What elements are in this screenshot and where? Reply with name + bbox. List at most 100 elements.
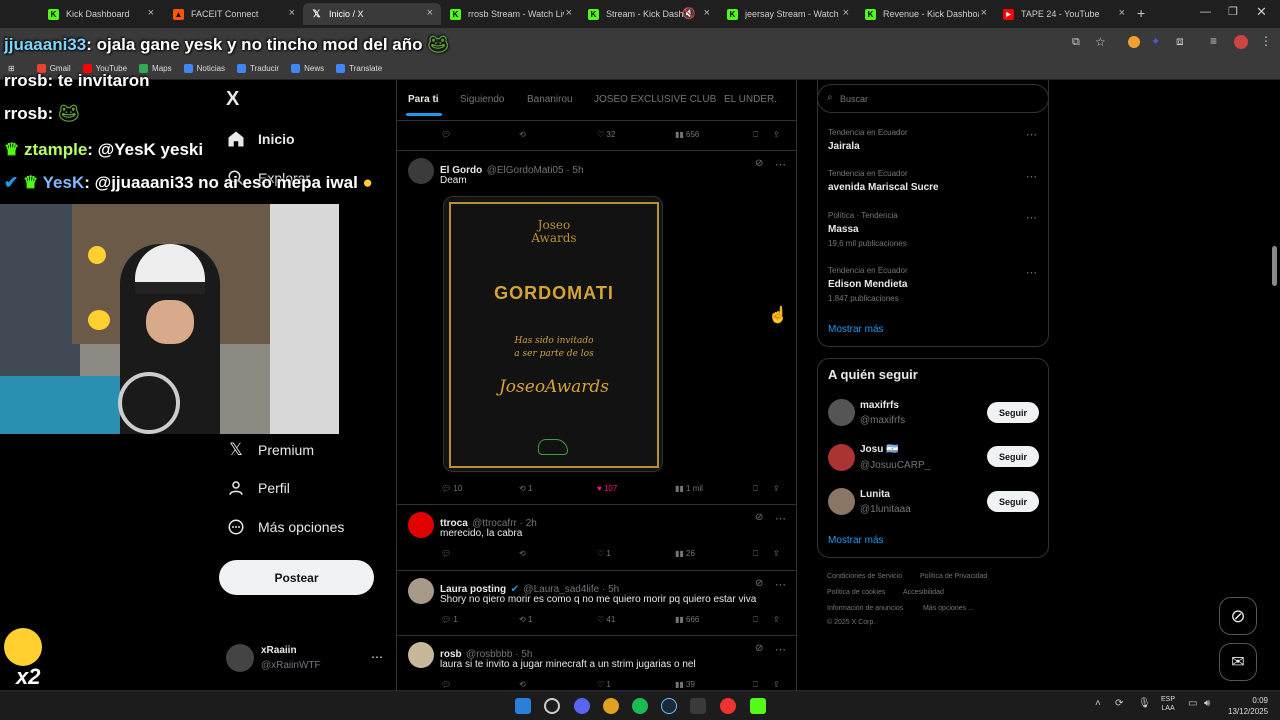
trend-name[interactable]: Edison Mendieta	[828, 279, 907, 290]
profile-avatar[interactable]	[1234, 35, 1248, 49]
more-icon[interactable]: ⋯	[775, 158, 786, 171]
account-menu-icon[interactable]: ⋯	[371, 650, 383, 664]
tab-revenue-dashboard[interactable]: K Revenue - Kick Dashboard ×	[857, 3, 995, 25]
nav-item-inicio[interactable]: Inicio	[226, 129, 295, 149]
bookmark-news[interactable]: News	[291, 64, 324, 73]
tab-el-under[interactable]: EL UNDER.	[724, 94, 777, 105]
retweet-icon[interactable]: ⟲	[519, 130, 526, 139]
language-indicator[interactable]: ESP LAA	[1161, 695, 1175, 713]
like-button[interactable]: ♡ 1	[597, 680, 611, 689]
account-avatar[interactable]	[226, 644, 254, 672]
avatar[interactable]	[408, 158, 434, 184]
grok-icon[interactable]: ⊘	[755, 512, 763, 523]
nav-item-mas-opciones[interactable]: Más opciones	[226, 517, 344, 537]
close-icon[interactable]: ×	[148, 7, 154, 19]
nav-item-premium[interactable]: 𝕏 Premium	[226, 440, 314, 460]
trend-more-icon[interactable]: ⋯	[1026, 170, 1037, 183]
follow-button[interactable]: Seguir	[987, 446, 1039, 467]
tab-para-ti[interactable]: Para ti	[408, 94, 439, 105]
mic-icon[interactable]: 🎙︎	[1138, 698, 1151, 709]
reply-button[interactable]: 💬︎ 10	[441, 484, 462, 493]
kick-icon[interactable]	[750, 698, 766, 714]
tab-joseo-exclusive-club[interactable]: JOSEO EXCLUSIVE CLUB	[594, 94, 716, 105]
tab-rrosb-stream[interactable]: K rrosb Stream - Watch Live ×	[442, 3, 580, 25]
bookmark-icon[interactable]: ⎕	[753, 549, 758, 559]
maximize-button[interactable]: ❐	[1228, 5, 1238, 18]
trend-name[interactable]: Jairala	[828, 141, 860, 152]
footer-link[interactable]: Condiciones de Servicio	[827, 573, 902, 580]
bookmark-noticias[interactable]: Noticias	[183, 64, 225, 73]
tab-inicio-x[interactable]: 𝕏 Inicio / X ×	[303, 3, 441, 25]
sync-icon[interactable]: ⟳	[1115, 698, 1123, 709]
obs-icon[interactable]	[544, 698, 560, 714]
clock[interactable]: 0:09 13/12/2025	[1228, 695, 1268, 717]
tab-stream-dashboard[interactable]: K Stream - Kick Dashboard 🔇 ×	[580, 3, 718, 25]
trend-more-icon[interactable]: ⋯	[1026, 211, 1037, 224]
share-icon[interactable]: ⇪	[773, 484, 780, 493]
views-button[interactable]: ▮▮ 26	[675, 549, 695, 558]
like-button[interactable]: ♡ 1	[597, 549, 611, 558]
show-more-trends-link[interactable]: Mostrar más	[828, 324, 884, 335]
messages-button[interactable]: ✉	[1219, 643, 1257, 681]
nav-item-perfil[interactable]: Perfil	[226, 478, 290, 498]
bookmark-icon[interactable]: ⎕	[753, 680, 758, 690]
mute-icon[interactable]: 🔇	[682, 7, 696, 20]
show-more-follow-link[interactable]: Mostrar más	[828, 535, 884, 546]
trend-more-icon[interactable]: ⋯	[1026, 266, 1037, 279]
post-button[interactable]: Postear	[219, 560, 374, 595]
chrome-icon[interactable]	[603, 698, 619, 714]
bookmark-translate[interactable]: Translate	[336, 64, 382, 73]
close-icon[interactable]: ×	[843, 7, 849, 19]
grok-icon[interactable]: ⊘	[755, 578, 763, 589]
trend-more-icon[interactable]: ⋯	[1026, 128, 1037, 141]
puzzle-icon[interactable]: ⧈	[1176, 34, 1184, 49]
windows-start-icon[interactable]	[515, 698, 531, 714]
footer-link[interactable]: Información de anuncios	[827, 605, 903, 612]
network-icon[interactable]: ▭	[1188, 698, 1197, 709]
bookmark-icon[interactable]: ⎕	[753, 484, 758, 494]
tab-kick-dashboard[interactable]: K Kick Dashboard ×	[40, 3, 162, 25]
follow-button[interactable]: Seguir	[987, 491, 1039, 512]
install-icon[interactable]: ⧉	[1072, 36, 1080, 49]
avatar[interactable]	[408, 578, 434, 604]
scrollbar-thumb[interactable]	[1272, 246, 1277, 286]
avatar[interactable]	[408, 642, 434, 668]
follow-name[interactable]: Josu 🇦🇷	[860, 444, 899, 455]
more-icon[interactable]: ⋯	[775, 512, 786, 525]
retweet-icon[interactable]: ⟲	[519, 680, 526, 689]
retweet-icon[interactable]: ⟲	[519, 549, 526, 558]
close-icon[interactable]: ×	[981, 7, 987, 19]
kebab-menu-icon[interactable]: ⋮	[1260, 34, 1272, 48]
footer-link[interactable]: Política de Privacidad	[920, 573, 987, 580]
close-icon[interactable]: ×	[427, 7, 433, 19]
discord-icon[interactable]	[574, 698, 590, 714]
tab-bananirou[interactable]: Bananirou	[527, 94, 573, 105]
close-icon[interactable]: ×	[1119, 7, 1125, 19]
steam-icon[interactable]	[661, 698, 677, 714]
bookmark-traducir[interactable]: Traducir	[237, 64, 279, 73]
close-icon[interactable]: ×	[289, 7, 295, 19]
views-button[interactable]: ▮▮ 1 mil	[675, 484, 703, 493]
media-icon[interactable]: ≡	[1210, 34, 1217, 48]
app-icon[interactable]	[690, 698, 706, 714]
grok-icon[interactable]: ⊘	[755, 643, 763, 654]
follow-name[interactable]: Lunita	[860, 489, 890, 500]
retweet-button[interactable]: ⟲ 1	[519, 484, 532, 493]
retweet-button[interactable]: ⟲ 1	[519, 615, 532, 624]
spotify-icon[interactable]	[632, 698, 648, 714]
follow-name[interactable]: maxifrfs	[860, 400, 899, 411]
tab-siguiendo[interactable]: Siguiendo	[460, 94, 504, 105]
trend-name[interactable]: Massa	[828, 224, 859, 235]
follow-button[interactable]: Seguir	[987, 402, 1039, 423]
close-icon[interactable]: ×	[566, 7, 572, 19]
tweet-image-card[interactable]: Joseo Awards GORDOMATI Has sido invitado…	[443, 196, 663, 472]
tab-youtube[interactable]: ▶ TAPE 24 - YouTube ×	[995, 3, 1133, 25]
app-icon-2[interactable]	[720, 698, 736, 714]
like-button[interactable]: ♡ 32	[597, 130, 615, 139]
minimize-button[interactable]: —	[1200, 6, 1211, 18]
grok-button[interactable]: ⊘	[1219, 597, 1257, 635]
footer-link[interactable]: Política de cookies	[827, 589, 885, 596]
avatar[interactable]	[828, 444, 855, 471]
grok-icon[interactable]: ⊘	[755, 158, 763, 169]
chevron-up-icon[interactable]: ˄	[1095, 698, 1101, 709]
